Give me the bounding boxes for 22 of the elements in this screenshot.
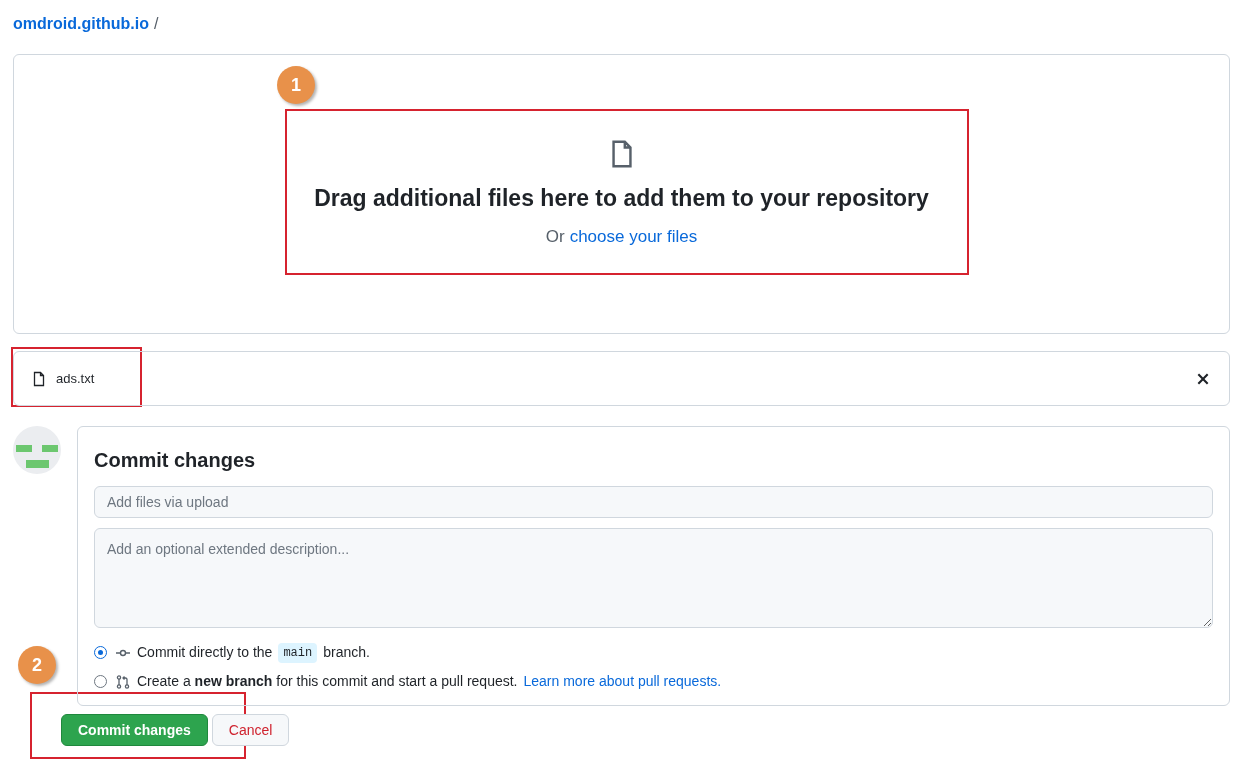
path-separator: / [153,14,159,34]
learn-more-link[interactable]: Learn more about pull requests. [523,671,722,692]
drop-heading: Drag additional files here to add them to your repository [314,183,929,213]
summary-input[interactable]: Add files via upload [94,486,1213,518]
choose-files-link[interactable]: choose your files [569,224,698,250]
step-badge: 2 [18,646,56,684]
option-text: branch. [323,643,370,662]
avatar [13,426,61,474]
option-text: Create a new branch for this commit and start a pull request. [137,672,518,691]
repo-link[interactable]: omdroid.github.io [13,12,149,36]
commit-button[interactable]: Commit changes [61,714,208,746]
cancel-button[interactable]: Cancel [211,714,290,746]
option-text: Commit directly to the [137,643,273,662]
description-textarea[interactable]: Add an optional extended description... [94,528,1213,628]
branch-name: main [278,642,318,663]
file-name: ads.txt [56,369,95,388]
step-badge: 1 [277,66,315,104]
or-label: Or [545,226,565,248]
file-icon [31,370,47,387]
commit-title: Commit changes [94,448,257,473]
pull-request-icon [115,673,131,690]
close-icon[interactable] [1196,371,1210,386]
